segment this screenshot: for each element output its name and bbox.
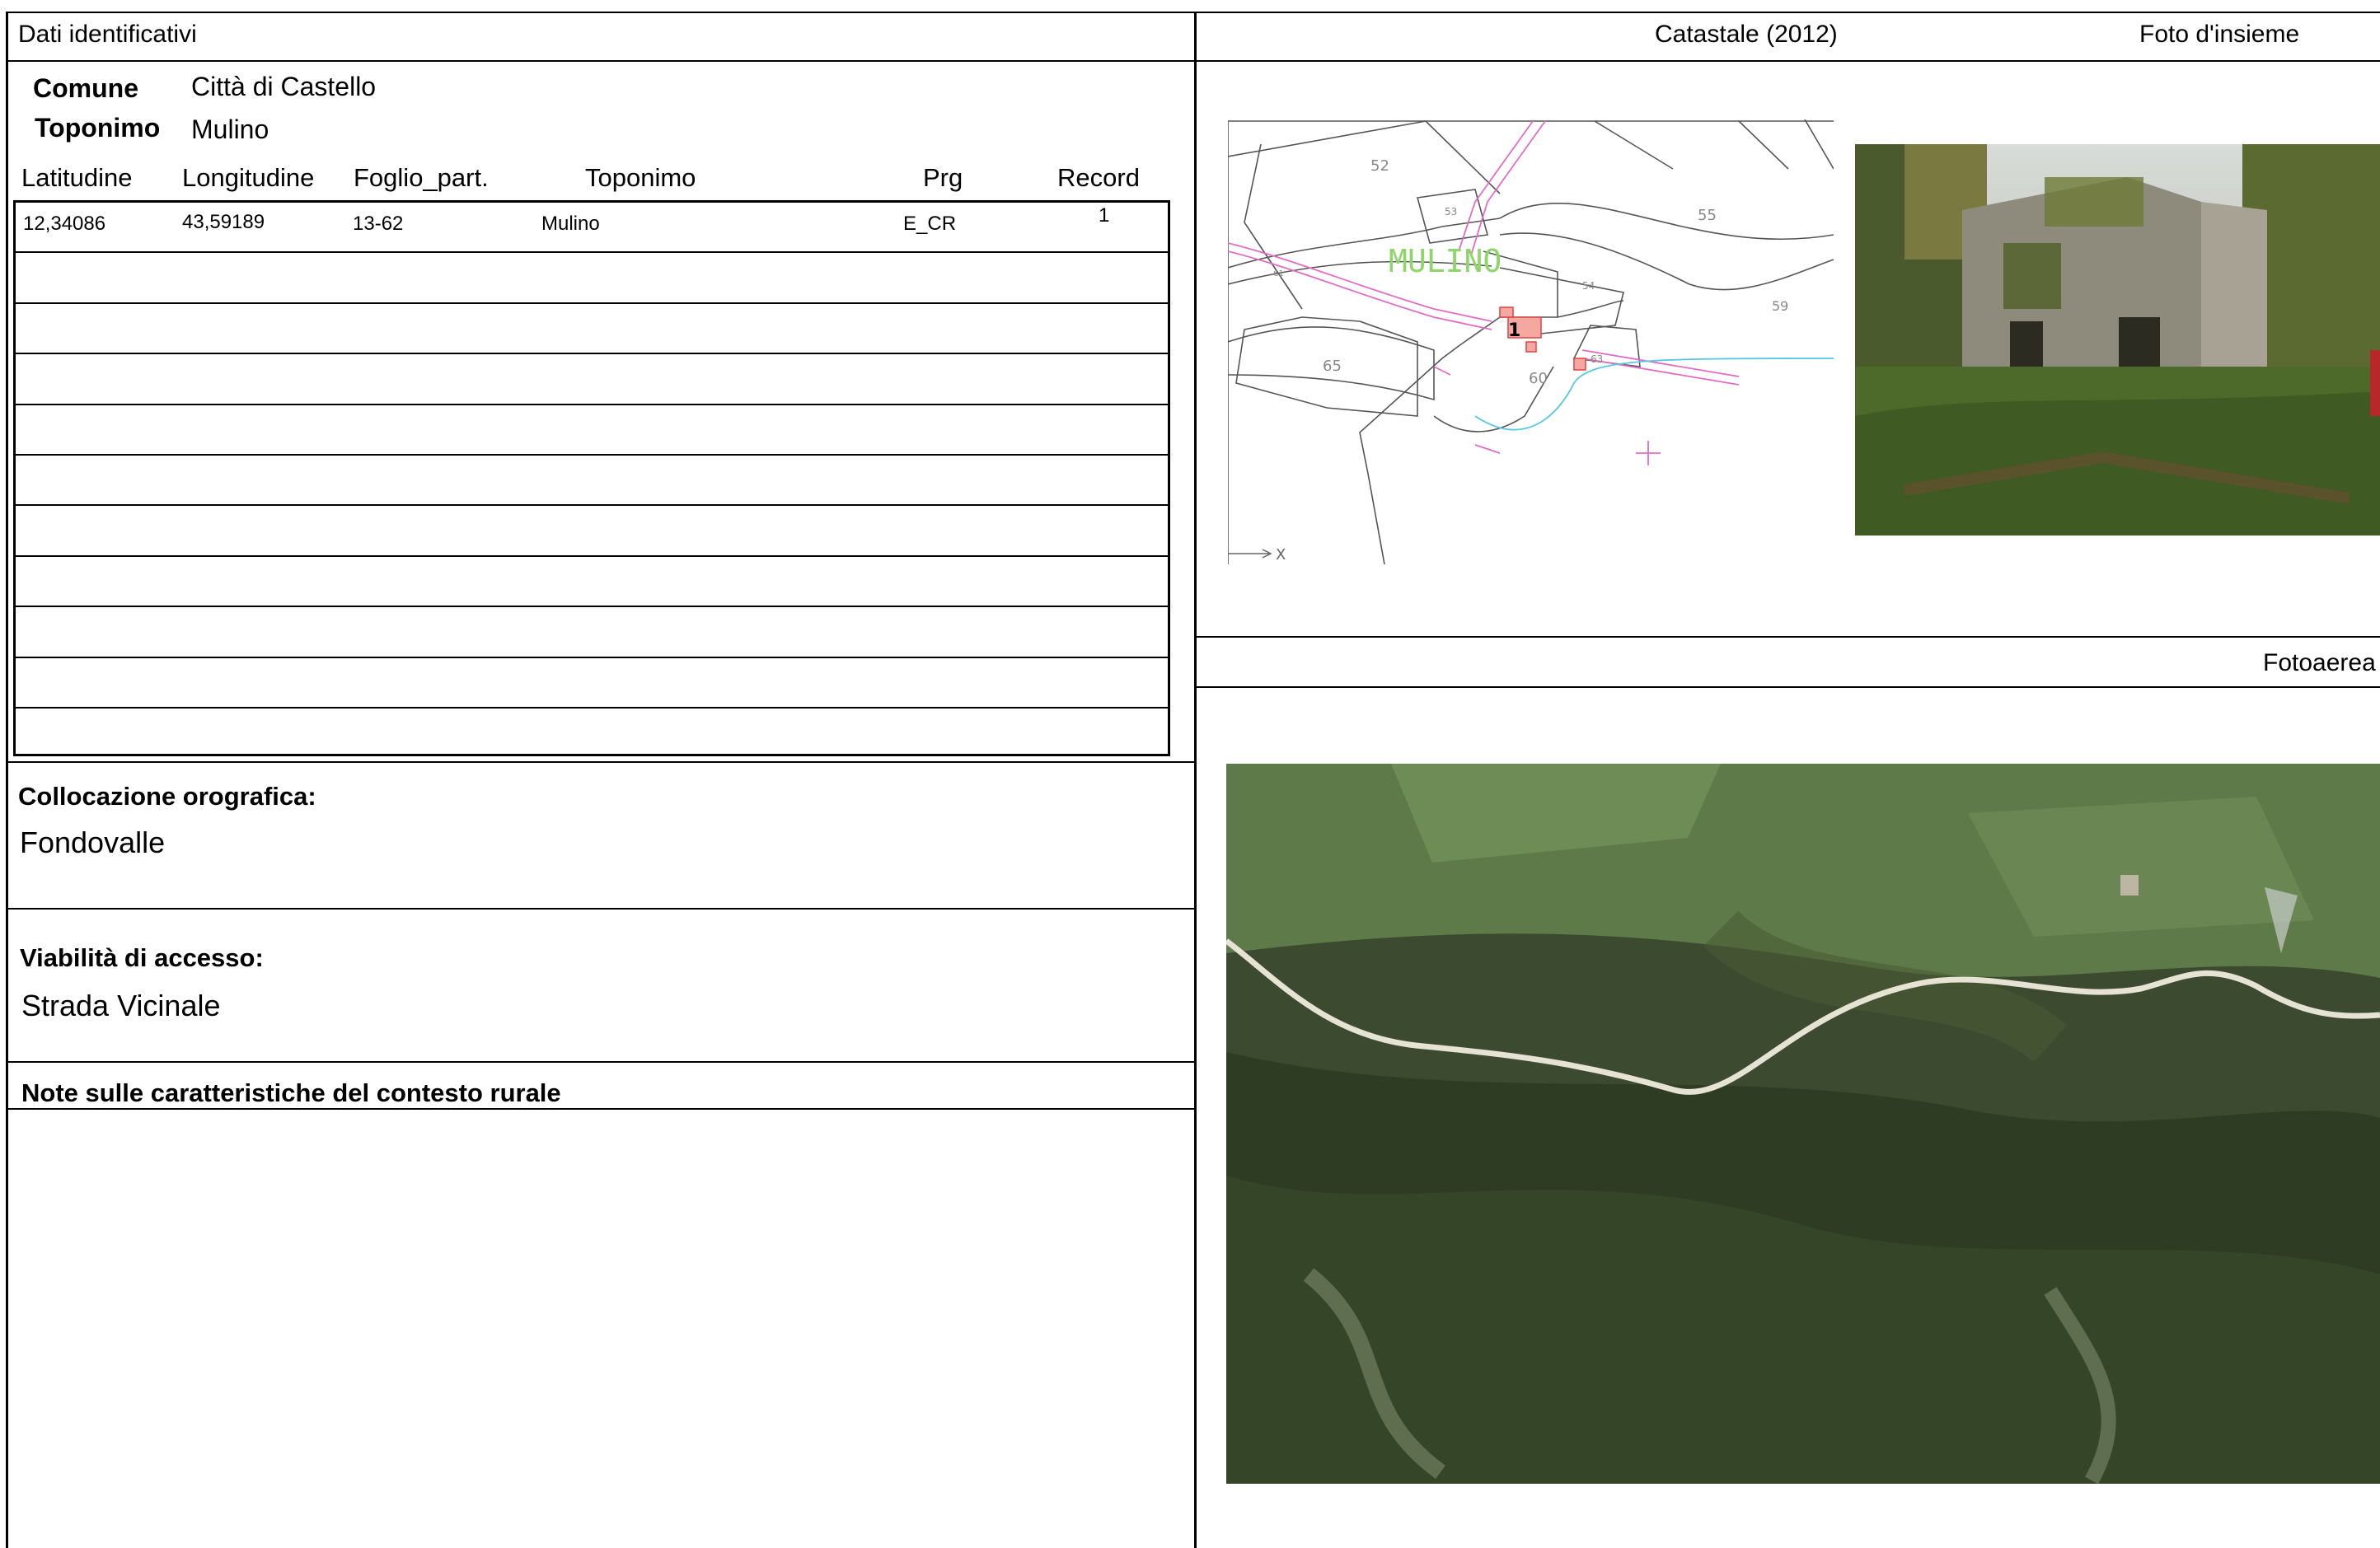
overview-photo [1855,144,2380,535]
cadastral-map: 52 53 55 54 59 61 65 60 63 1 MULINO X [1228,119,1834,564]
parcel-label: 52 [1370,157,1389,175]
table-row [16,607,1168,658]
cell-toponimo: Mulino [541,213,600,235]
viabilita-bottom-border [6,1061,1195,1063]
parcel-label: 59 [1772,298,1788,314]
catastale-heading: Catastale (2012) [1655,21,1838,48]
comune-value: Città di Castello [191,72,377,101]
collocazione-value: Fondovalle [20,825,166,859]
col-header-toponimo: Toponimo [585,163,696,192]
table-row [16,456,1168,507]
place-label: MULINO [1389,243,1502,279]
foto-insieme-heading: Foto d'insieme [2139,21,2300,48]
aerial-photo [1226,764,2380,1484]
cell-foglio: 13-62 [353,213,404,235]
table-row [16,405,1168,456]
fotoaerea-bottom-border [1195,686,2380,688]
collocazione-label: Collocazione orografica: [18,782,316,811]
cell-longitudine: 43,59189 [182,211,265,233]
toponimo-label: Toponimo [35,113,161,143]
top-border [6,12,2380,13]
table-row [16,557,1168,608]
collocazione-bottom-border [6,908,1195,910]
cell-record: 1 [1099,204,1110,227]
fotoaerea-top-border [1195,636,2380,638]
parcel-label: 55 [1698,207,1717,224]
building-number: 1 [1508,320,1520,341]
fotoaerea-heading: Fotoaerea [2263,649,2376,676]
col-header-longitudine: Longitudine [182,163,315,192]
cell-latitudine: 12,34086 [23,213,106,235]
parcel-label: 61 [1273,269,1284,278]
viabilita-value: Strada Vicinale [21,989,221,1022]
table-row [16,709,1168,759]
data-table [13,200,1170,756]
table-row [16,304,1168,355]
note-header-bottom-border [6,1108,1195,1110]
parcel-label: 53 [1445,206,1457,217]
col-header-foglio: Foglio_part. [354,163,489,192]
table-row [16,658,1168,709]
outer-left-border [6,12,8,1548]
toponimo-value: Mulino [191,115,269,144]
viabilita-label: Viabilità di accesso: [20,943,264,972]
col-header-record: Record [1057,163,1140,192]
dati-identificativi-heading: Dati identificativi [18,21,197,48]
axis-label: X [1276,546,1286,564]
comune-label: Comune [33,73,138,103]
table-row [16,354,1168,405]
column-divider [1194,12,1197,1548]
cell-prg: E_CR [903,213,957,235]
header-bottom-border [6,60,2380,62]
parcel-label: 65 [1323,358,1342,375]
col-header-latitudine: Latitudine [21,163,133,192]
parcel-label: 54 [1582,280,1595,292]
left-table-bottom-border [6,761,1195,763]
note-label: Note sulle caratteristiche del contesto … [21,1078,561,1107]
parcel-label: 60 [1529,370,1548,387]
col-header-prg: Prg [923,163,963,192]
table-row [16,253,1168,304]
parcel-label: 63 [1591,353,1603,365]
table-row [16,506,1168,557]
